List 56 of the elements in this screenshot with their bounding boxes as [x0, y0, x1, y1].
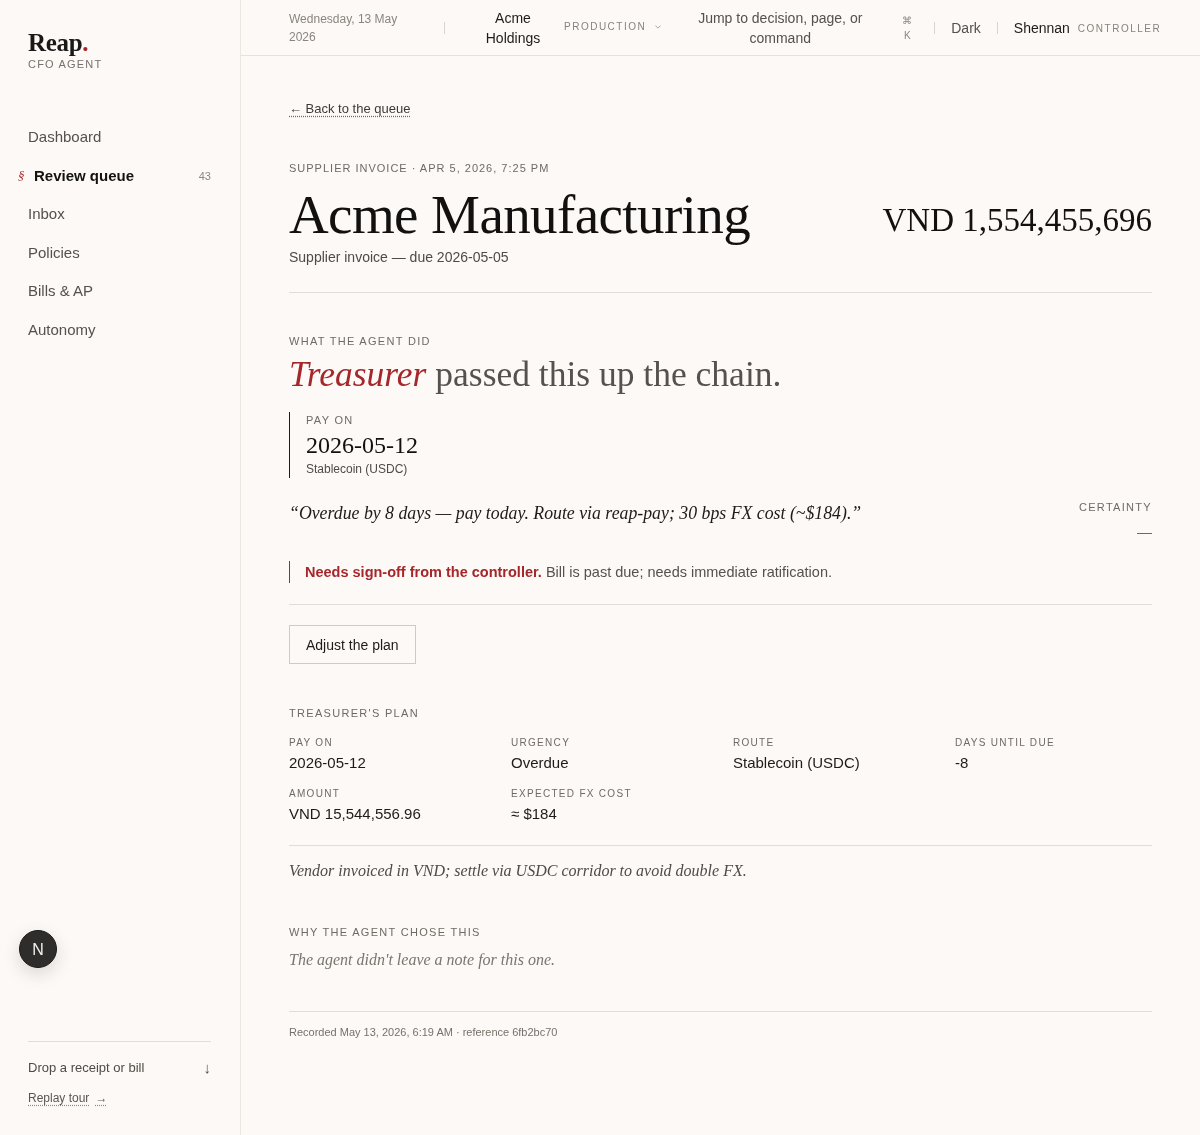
agent-headline: Treasurer passed this up the chain.: [289, 354, 783, 394]
invoice-meta: SUPPLIER INVOICE · APR 5, 2026, 7:25 PM: [289, 161, 551, 175]
back-link[interactable]: ← Back to the queue: [289, 100, 411, 118]
nav-item[interactable]: Dashboard: [18, 118, 211, 157]
reasoning-text: The agent didn't leave a note for this one.: [289, 950, 557, 971]
payment-route: Stablecoin (USDC): [306, 461, 409, 478]
pay-date: 2026-05-12: [306, 431, 418, 459]
keyboard-shortcut: ⌘ K: [901, 13, 914, 43]
right-arrow-icon: →: [95, 1090, 108, 1106]
nav-item[interactable]: Policies: [18, 233, 211, 272]
date-text: Wednesday, 13 May 2026: [289, 10, 399, 46]
field-label: ROUTE: [733, 736, 775, 750]
field-label: PAY ON: [306, 413, 355, 427]
chevron-down-icon: [655, 24, 662, 29]
field-value: 2026-05-12: [289, 753, 366, 773]
theme-toggle-button[interactable]: Dark: [951, 17, 981, 38]
field-label: PAY ON: [289, 736, 333, 750]
approval-notice: Needs sign-off from the controller. Bill is past due; needs immediate ratification.: [289, 561, 1152, 583]
invoice-amount: VND 1,554,455,696: [882, 201, 1152, 240]
replay-tour-link[interactable]: Replay tour →: [28, 1090, 108, 1106]
certainty-label: CERTAINTY: [1078, 500, 1152, 514]
certainty-value: —: [1137, 522, 1152, 542]
environment-selector[interactable]: PRODUCTION: [564, 21, 662, 34]
command-search-button[interactable]: Jump to decision, page, or command: [685, 7, 876, 48]
field-value: Stablecoin (USDC): [733, 753, 860, 773]
agent-quote: “Overdue by 8 days — pay today. Route via reap-pay; 30 bps FX cost (~$184).”: [289, 502, 862, 525]
field-label: URGENCY: [511, 736, 571, 750]
nav-item[interactable]: § Review queue 43: [18, 156, 211, 195]
field-value: VND 15,544,556.96: [289, 804, 421, 824]
item-count: 43: [198, 168, 211, 184]
user-role: CONTROLLER: [1077, 22, 1162, 34]
brand-tagline: CFO AGENT: [28, 57, 103, 71]
record-footer: Recorded May 13, 2026, 6:19 AM · reference 6fb2bc70: [289, 1025, 1152, 1039]
field-label: EXPECTED FX COST: [511, 787, 632, 801]
nav-item[interactable]: Autonomy: [18, 310, 211, 349]
plan-note: Vendor invoiced in VND; settle via USDC corridor to avoid double FX.: [289, 861, 748, 881]
floating-letter-button[interactable]: N: [19, 930, 57, 968]
user-name: Shennan: [1013, 19, 1070, 36]
section-label: WHAT THE AGENT DID: [289, 334, 432, 348]
field-label: AMOUNT: [289, 787, 341, 801]
logo: Reap.: [28, 28, 89, 58]
drop-receipt-button[interactable]: Drop a receipt or bill ↓: [28, 1059, 211, 1077]
section-label: WHY THE AGENT CHOSE THIS: [289, 925, 482, 939]
adjust-plan-button[interactable]: Adjust the plan: [289, 625, 416, 664]
section-label: TREASURER'S PLAN: [289, 706, 420, 720]
nav-item[interactable]: Inbox: [18, 195, 211, 234]
invoice-subtitle: Supplier invoice — due 2026-05-05: [289, 248, 509, 267]
field-label: DAYS UNTIL DUE: [955, 736, 1055, 750]
down-arrow-icon: ↓: [203, 1059, 211, 1077]
invoice-title: Acme Manufacturing: [289, 187, 751, 243]
field-value: Overdue: [511, 753, 569, 773]
organization-switcher[interactable]: Acme Holdings: [482, 7, 544, 48]
nav-item[interactable]: Bills & AP: [18, 272, 211, 311]
section-sign-icon: §: [18, 165, 28, 186]
field-value: ≈ $184: [511, 804, 557, 824]
field-value: -8: [955, 753, 969, 773]
